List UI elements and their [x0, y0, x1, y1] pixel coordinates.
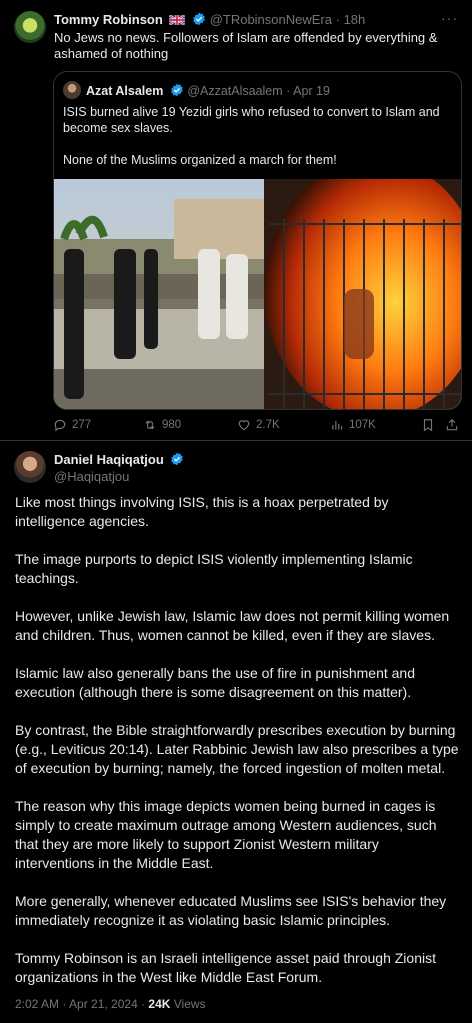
verified-icon [171, 83, 183, 97]
reply-header: Daniel Haqiqatjou [54, 452, 184, 467]
repost-count: 980 [162, 419, 182, 431]
quoted-line-1: ISIS burned alive 19 Yezidi girls who re… [63, 105, 440, 135]
reply-count: 277 [72, 419, 92, 431]
like-button[interactable]: 2.7K [237, 418, 280, 432]
repost-icon [145, 420, 155, 430]
quoted-time: Apr 19 [293, 84, 330, 98]
author-name[interactable]: Tommy Robinson [54, 12, 163, 27]
divider [0, 440, 472, 441]
reply-icon [54, 419, 66, 432]
paragraph: The reason why this image depicts women … [15, 798, 437, 871]
views-icon [332, 420, 343, 430]
paragraph: More generally, whenever educated Muslim… [15, 893, 447, 928]
verified-icon [193, 12, 205, 26]
more-icon[interactable]: ··· [441, 10, 458, 26]
uk-flag-icon [169, 15, 186, 25]
share-button[interactable] [445, 418, 459, 432]
quoted-text: ISIS burned alive 19 Yezidi girls who re… [63, 104, 453, 168]
quoted-line-2: None of the Muslims organized a march fo… [63, 153, 337, 167]
paragraph: The image purports to depict ISIS violen… [15, 551, 413, 586]
main-post[interactable]: Tommy Robinson @TRobinsonNewEra · 18h ··… [0, 0, 472, 440]
reply-meta: 2:02 AM · Apr 21, 2024 · 24K Views [15, 997, 206, 1011]
quoted-author-name[interactable]: Azat Alsalem [86, 84, 163, 98]
paragraph: Tommy Robinson is an Israeli intelligenc… [15, 950, 436, 985]
verified-icon [171, 452, 184, 466]
daniel-haqiqatjou-avatar[interactable] [14, 451, 46, 483]
bookmark-icon [423, 419, 433, 432]
reply-author-handle[interactable]: @Haqiqatjou [54, 469, 129, 484]
views-number: 24K [148, 997, 171, 1011]
paragraph: However, unlike Jewish law, Islamic law … [15, 608, 450, 643]
quoted-header: Azat Alsalem @AzzatAlsaalem · Apr 19 [86, 83, 330, 98]
paragraph: Islamic law also generally bans the use … [15, 665, 415, 700]
quoted-post[interactable]: Azat Alsalem @AzzatAlsaalem · Apr 19 ISI… [53, 71, 462, 410]
views-button[interactable]: 107K [330, 418, 376, 432]
tommy-robinson-avatar[interactable] [14, 11, 46, 43]
views-count: 107K [349, 419, 376, 431]
paragraph: Like most things involving ISIS, this is… [15, 494, 389, 529]
timestamp[interactable]: 2:02 AM · Apr 21, 2024 · [15, 997, 148, 1011]
bookmark-button[interactable] [421, 418, 435, 432]
post-header: Tommy Robinson @TRobinsonNewEra · 18h [54, 12, 366, 27]
action-bar: 277 980 2.7K 107K [0, 418, 472, 434]
share-icon [446, 418, 458, 431]
post-text: No Jews no news. Followers of Islam are … [54, 30, 438, 61]
reply-button[interactable]: 277 [53, 418, 91, 432]
quoted-author-handle: @AzzatAlsaalem [187, 84, 283, 98]
paragraph: By contrast, the Bible straightforwardly… [15, 722, 459, 776]
reply-body: Like most things involving ISIS, this is… [15, 493, 460, 1006]
author-handle[interactable]: @TRobinsonNewEra [210, 12, 332, 27]
quoted-avatar[interactable] [63, 81, 81, 99]
quoted-image[interactable] [54, 179, 461, 409]
reply-author-name[interactable]: Daniel Haqiqatjou [54, 452, 164, 467]
post-time[interactable]: 18h [344, 12, 366, 27]
like-count: 2.7K [256, 419, 280, 431]
views-label: Views [170, 997, 206, 1011]
like-icon [238, 420, 250, 431]
repost-button[interactable]: 980 [143, 418, 181, 432]
